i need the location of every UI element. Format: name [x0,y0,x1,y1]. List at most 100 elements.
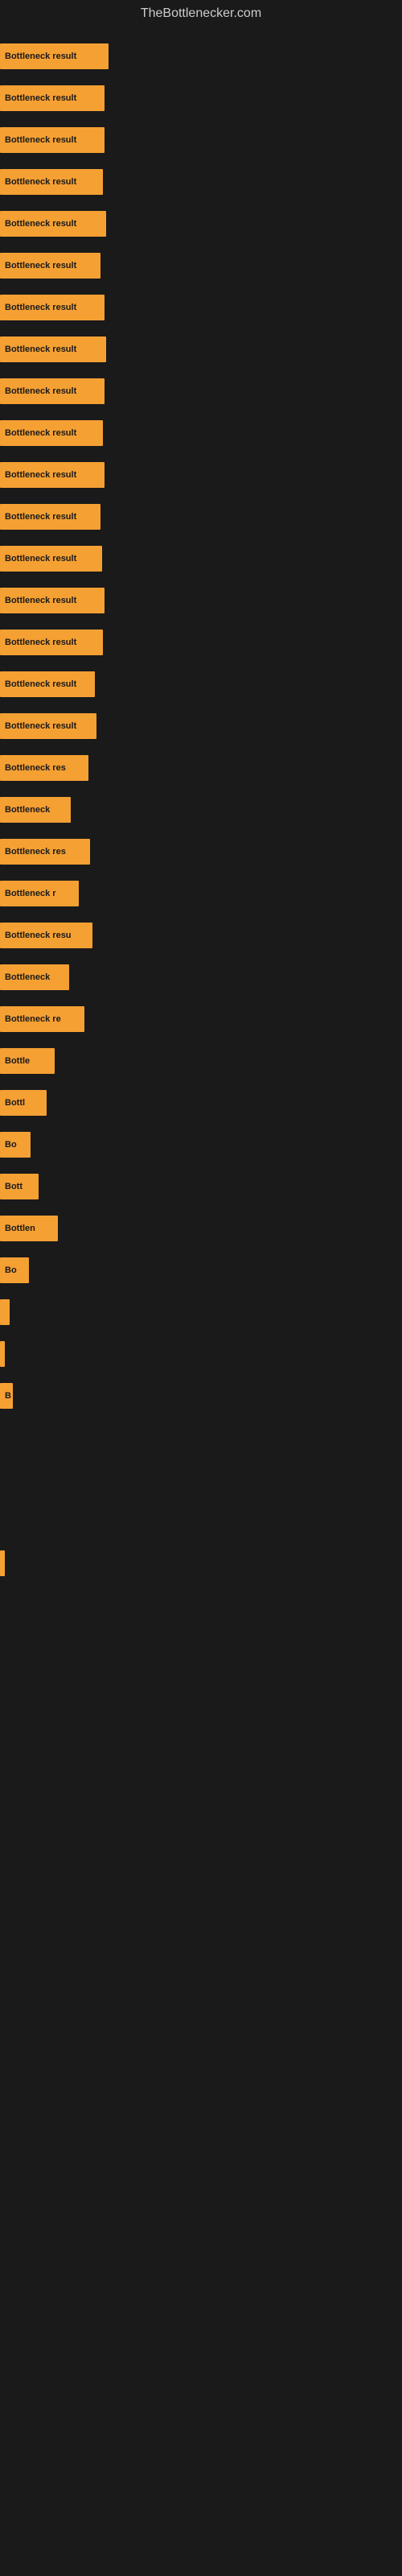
bar-row: Bottleneck result [0,580,402,621]
bar-label: Bottleneck result [5,303,76,312]
bar-row: Bo [0,1249,402,1291]
bar-row: Bottleneck result [0,161,402,203]
bar-row: Bottleneck result [0,119,402,161]
bottleneck-bar [0,1550,5,1576]
bar-row [0,1542,402,1584]
bottleneck-bar: Bottlen [0,1216,58,1241]
bottleneck-bar: Bottleneck result [0,85,105,111]
bottleneck-bar: Bottleneck result [0,169,103,195]
bar-label: Bottleneck result [5,638,76,647]
bar-row: Bottleneck result [0,370,402,412]
bottleneck-bar: Bottleneck result [0,462,105,488]
bar-label: Bottleneck [5,805,50,815]
bar-row: Bottleneck result [0,496,402,538]
bar-label: Bottleneck res [5,847,66,857]
bar-row [0,1333,402,1375]
bars-container: Bottleneck result Bottleneck result Bottle… [0,27,402,1592]
bar-row: Bottleneck result [0,621,402,663]
bar-label: Bottlen [5,1224,35,1233]
bar-row: B [0,1375,402,1417]
bottleneck-bar: Bottleneck resu [0,923,92,948]
bar-label: Bottleneck result [5,512,76,522]
bar-label: Bottleneck result [5,177,76,187]
bar-label: Bottleneck result [5,345,76,354]
bottleneck-bar: Bottleneck result [0,588,105,613]
bar-label: Bottle [5,1056,30,1066]
bar-row: Bottleneck result [0,454,402,496]
bar-row: Bottleneck result [0,245,402,287]
bar-row: Bottle [0,1040,402,1082]
bottleneck-bar: B [0,1383,13,1409]
bar-row: Bottleneck [0,789,402,831]
bar-label: Bottleneck [5,972,50,982]
bar-row: Bottl [0,1082,402,1124]
bar-label: Bottleneck result [5,596,76,605]
bottleneck-bar: Bottleneck result [0,630,103,655]
bar-label: Bo [5,1140,17,1150]
bar-label: Bottleneck result [5,428,76,438]
bottleneck-bar: Bottleneck result [0,253,100,279]
bottleneck-bar [0,1341,5,1367]
bottleneck-bar: Bott [0,1174,39,1199]
bottleneck-bar: Bottle [0,1048,55,1074]
bar-label: Bottleneck result [5,470,76,480]
bar-row: Bottleneck res [0,747,402,789]
bar-row: Bottleneck result [0,77,402,119]
bar-label: Bottleneck result [5,554,76,564]
bottleneck-bar: Bottleneck r [0,881,79,906]
bottleneck-bar: Bottleneck result [0,546,102,572]
bar-row: Bo [0,1124,402,1166]
bottleneck-bar: Bottleneck result [0,336,106,362]
bottleneck-bar: Bottleneck re [0,1006,84,1032]
bottleneck-bar: Bottleneck result [0,713,96,739]
bottleneck-bar: Bottleneck [0,964,69,990]
bottleneck-bar: Bottleneck result [0,504,100,530]
bar-label: Bottleneck result [5,721,76,731]
bottleneck-bar: Bottleneck res [0,839,90,865]
bar-row: Bottleneck result [0,412,402,454]
bar-label: Bott [5,1182,23,1191]
bar-row: Bottleneck result [0,705,402,747]
bar-row [0,1459,402,1501]
bottleneck-bar: Bo [0,1257,29,1283]
bottleneck-bar: Bottleneck result [0,43,109,69]
bottleneck-bar: Bo [0,1132,31,1158]
bottleneck-bar: Bottleneck result [0,671,95,697]
bottleneck-bar: Bottleneck result [0,295,105,320]
bar-row: Bottleneck resu [0,914,402,956]
bar-label: Bottleneck res [5,763,66,773]
bar-row: Bottleneck result [0,287,402,328]
bar-row: Bottlen [0,1208,402,1249]
site-title: TheBottlenecker.com [0,0,402,27]
bottleneck-bar: Bottleneck result [0,127,105,153]
bar-label: Bottleneck result [5,386,76,396]
bar-row: Bottleneck result [0,35,402,77]
bottleneck-bar: Bottl [0,1090,47,1116]
bar-row: Bottleneck r [0,873,402,914]
bar-label: Bo [5,1265,17,1275]
bar-label: Bottleneck r [5,889,56,898]
bar-row: Bott [0,1166,402,1208]
bottleneck-bar: Bottleneck res [0,755,88,781]
bar-label: Bottleneck re [5,1014,61,1024]
bar-row [0,1417,402,1459]
bar-label: Bottl [5,1098,25,1108]
bar-label: Bottleneck resu [5,931,72,940]
bar-label: Bottleneck result [5,93,76,103]
bar-row [0,1291,402,1333]
bar-label: Bottleneck result [5,261,76,270]
bar-row: Bottleneck [0,956,402,998]
bar-label: Bottleneck result [5,219,76,229]
bar-row [0,1501,402,1542]
bar-row: Bottleneck re [0,998,402,1040]
bottleneck-bar: Bottleneck result [0,211,106,237]
bar-row: Bottleneck result [0,203,402,245]
bar-label: Bottleneck result [5,52,76,61]
bar-row: Bottleneck result [0,328,402,370]
bottleneck-bar: Bottleneck [0,797,71,823]
bottleneck-bar [0,1299,10,1325]
bar-label: B [5,1391,11,1401]
bottleneck-bar: Bottleneck result [0,420,103,446]
bar-row: Bottleneck res [0,831,402,873]
bottleneck-bar: Bottleneck result [0,378,105,404]
